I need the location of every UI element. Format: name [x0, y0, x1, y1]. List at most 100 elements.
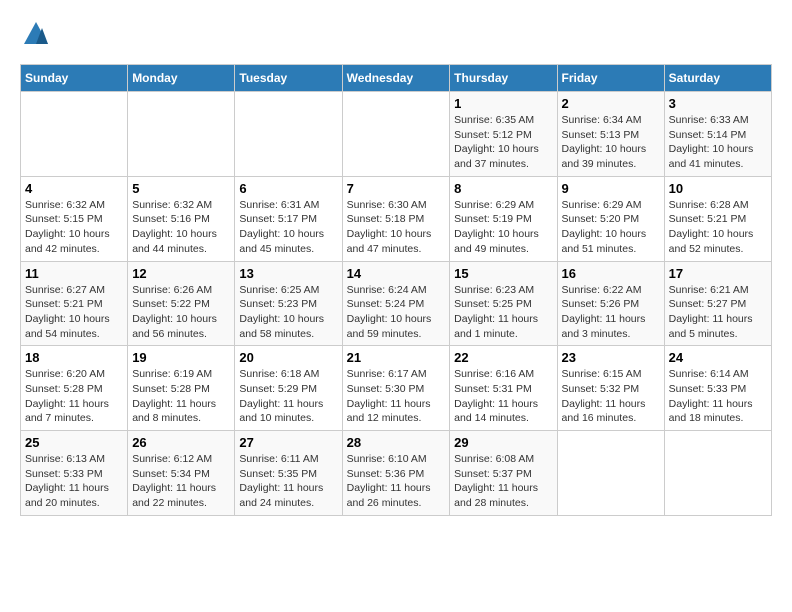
calendar-cell [557, 431, 664, 516]
day-info: Sunrise: 6:11 AMSunset: 5:35 PMDaylight:… [239, 452, 337, 511]
day-number: 5 [132, 181, 230, 196]
calendar-cell [128, 92, 235, 177]
calendar-cell: 20 Sunrise: 6:18 AMSunset: 5:29 PMDayligh… [235, 346, 342, 431]
day-info: Sunrise: 6:30 AMSunset: 5:18 PMDaylight:… [347, 198, 446, 257]
calendar-cell: 21 Sunrise: 6:17 AMSunset: 5:30 PMDayligh… [342, 346, 450, 431]
weekday-header-thursday: Thursday [450, 65, 557, 92]
weekday-header-saturday: Saturday [664, 65, 771, 92]
calendar-week-row: 4 Sunrise: 6:32 AMSunset: 5:15 PMDaylight… [21, 176, 772, 261]
day-info: Sunrise: 6:34 AMSunset: 5:13 PMDaylight:… [562, 113, 660, 172]
calendar-cell: 10 Sunrise: 6:28 AMSunset: 5:21 PMDayligh… [664, 176, 771, 261]
day-number: 24 [669, 350, 767, 365]
day-info: Sunrise: 6:33 AMSunset: 5:14 PMDaylight:… [669, 113, 767, 172]
calendar-cell: 23 Sunrise: 6:15 AMSunset: 5:32 PMDayligh… [557, 346, 664, 431]
calendar-week-row: 11 Sunrise: 6:27 AMSunset: 5:21 PMDayligh… [21, 261, 772, 346]
calendar-cell: 2 Sunrise: 6:34 AMSunset: 5:13 PMDaylight… [557, 92, 664, 177]
calendar-cell: 28 Sunrise: 6:10 AMSunset: 5:36 PMDayligh… [342, 431, 450, 516]
day-number: 9 [562, 181, 660, 196]
weekday-header-sunday: Sunday [21, 65, 128, 92]
calendar-cell: 9 Sunrise: 6:29 AMSunset: 5:20 PMDaylight… [557, 176, 664, 261]
calendar-cell: 6Sunrise: 6:31 AMSunset: 5:17 PMDaylight… [235, 176, 342, 261]
weekday-header-row: SundayMondayTuesdayWednesdayThursdayFrid… [21, 65, 772, 92]
day-number: 8 [454, 181, 552, 196]
calendar-cell [664, 431, 771, 516]
day-info: Sunrise: 6:10 AMSunset: 5:36 PMDaylight:… [347, 452, 446, 511]
calendar-cell: 13 Sunrise: 6:25 AMSunset: 5:23 PMDayligh… [235, 261, 342, 346]
calendar-cell: 26 Sunrise: 6:12 AMSunset: 5:34 PMDayligh… [128, 431, 235, 516]
day-info: Sunrise: 6:13 AMSunset: 5:33 PMDaylight:… [25, 452, 123, 511]
day-info: Sunrise: 6:19 AMSunset: 5:28 PMDaylight:… [132, 367, 230, 426]
calendar-cell: 24 Sunrise: 6:14 AMSunset: 5:33 PMDayligh… [664, 346, 771, 431]
day-number: 11 [25, 266, 123, 281]
calendar-week-row: 25 Sunrise: 6:13 AMSunset: 5:33 PMDayligh… [21, 431, 772, 516]
day-number: 27 [239, 435, 337, 450]
day-info: Sunrise: 6:32 AMSunset: 5:16 PMDaylight:… [132, 198, 230, 257]
day-number: 4 [25, 181, 123, 196]
day-info: Sunrise: 6:26 AMSunset: 5:22 PMDaylight:… [132, 283, 230, 342]
day-number: 15 [454, 266, 552, 281]
day-number: 19 [132, 350, 230, 365]
calendar-cell: 11 Sunrise: 6:27 AMSunset: 5:21 PMDayligh… [21, 261, 128, 346]
calendar-table: SundayMondayTuesdayWednesdayThursdayFrid… [20, 64, 772, 516]
day-info: Sunrise: 6:29 AMSunset: 5:20 PMDaylight:… [562, 198, 660, 257]
day-info: Sunrise: 6:35 AMSunset: 5:12 PMDaylight:… [454, 113, 552, 172]
day-number: 12 [132, 266, 230, 281]
day-number: 29 [454, 435, 552, 450]
day-number: 26 [132, 435, 230, 450]
day-info: Sunrise: 6:08 AMSunset: 5:37 PMDaylight:… [454, 452, 552, 511]
calendar-cell: 25 Sunrise: 6:13 AMSunset: 5:33 PMDayligh… [21, 431, 128, 516]
day-number: 1 [454, 96, 552, 111]
calendar-cell: 29 Sunrise: 6:08 AMSunset: 5:37 PMDayligh… [450, 431, 557, 516]
calendar-cell: 7 Sunrise: 6:30 AMSunset: 5:18 PMDaylight… [342, 176, 450, 261]
weekday-header-wednesday: Wednesday [342, 65, 450, 92]
day-info: Sunrise: 6:22 AMSunset: 5:26 PMDaylight:… [562, 283, 660, 342]
calendar-cell: 14 Sunrise: 6:24 AMSunset: 5:24 PMDayligh… [342, 261, 450, 346]
calendar-cell: 3 Sunrise: 6:33 AMSunset: 5:14 PMDaylight… [664, 92, 771, 177]
day-number: 3 [669, 96, 767, 111]
day-info: Sunrise: 6:24 AMSunset: 5:24 PMDaylight:… [347, 283, 446, 342]
day-number: 23 [562, 350, 660, 365]
day-info: Sunrise: 6:17 AMSunset: 5:30 PMDaylight:… [347, 367, 446, 426]
day-number: 16 [562, 266, 660, 281]
page-header [20, 20, 772, 54]
calendar-cell: 17Sunrise: 6:21 AMSunset: 5:27 PMDayligh… [664, 261, 771, 346]
day-number: 20 [239, 350, 337, 365]
day-info: Sunrise: 6:15 AMSunset: 5:32 PMDaylight:… [562, 367, 660, 426]
day-number: 25 [25, 435, 123, 450]
day-info: Sunrise: 6:20 AMSunset: 5:28 PMDaylight:… [25, 367, 123, 426]
calendar-week-row: 18 Sunrise: 6:20 AMSunset: 5:28 PMDayligh… [21, 346, 772, 431]
day-number: 7 [347, 181, 446, 196]
calendar-cell: 19 Sunrise: 6:19 AMSunset: 5:28 PMDayligh… [128, 346, 235, 431]
day-info: Sunrise: 6:32 AMSunset: 5:15 PMDaylight:… [25, 198, 123, 257]
day-info: Sunrise: 6:21 AMSunset: 5:27 PMDaylight:… [669, 283, 767, 342]
calendar-cell: 8 Sunrise: 6:29 AMSunset: 5:19 PMDaylight… [450, 176, 557, 261]
day-info: Sunrise: 6:16 AMSunset: 5:31 PMDaylight:… [454, 367, 552, 426]
day-number: 14 [347, 266, 446, 281]
calendar-cell: 22Sunrise: 6:16 AMSunset: 5:31 PMDayligh… [450, 346, 557, 431]
calendar-cell [235, 92, 342, 177]
calendar-cell: 18 Sunrise: 6:20 AMSunset: 5:28 PMDayligh… [21, 346, 128, 431]
day-number: 13 [239, 266, 337, 281]
logo [20, 20, 50, 54]
calendar-week-row: 1 Sunrise: 6:35 AMSunset: 5:12 PMDaylight… [21, 92, 772, 177]
day-number: 2 [562, 96, 660, 111]
weekday-header-friday: Friday [557, 65, 664, 92]
logo-icon [22, 20, 50, 48]
day-number: 28 [347, 435, 446, 450]
day-info: Sunrise: 6:14 AMSunset: 5:33 PMDaylight:… [669, 367, 767, 426]
day-info: Sunrise: 6:25 AMSunset: 5:23 PMDaylight:… [239, 283, 337, 342]
day-number: 21 [347, 350, 446, 365]
day-info: Sunrise: 6:23 AMSunset: 5:25 PMDaylight:… [454, 283, 552, 342]
day-info: Sunrise: 6:27 AMSunset: 5:21 PMDaylight:… [25, 283, 123, 342]
day-info: Sunrise: 6:18 AMSunset: 5:29 PMDaylight:… [239, 367, 337, 426]
day-info: Sunrise: 6:12 AMSunset: 5:34 PMDaylight:… [132, 452, 230, 511]
day-info: Sunrise: 6:29 AMSunset: 5:19 PMDaylight:… [454, 198, 552, 257]
day-number: 18 [25, 350, 123, 365]
calendar-cell: 27 Sunrise: 6:11 AMSunset: 5:35 PMDayligh… [235, 431, 342, 516]
calendar-cell: 16 Sunrise: 6:22 AMSunset: 5:26 PMDayligh… [557, 261, 664, 346]
calendar-cell: 1 Sunrise: 6:35 AMSunset: 5:12 PMDaylight… [450, 92, 557, 177]
day-info: Sunrise: 6:28 AMSunset: 5:21 PMDaylight:… [669, 198, 767, 257]
calendar-cell [21, 92, 128, 177]
day-number: 10 [669, 181, 767, 196]
day-number: 6 [239, 181, 337, 196]
